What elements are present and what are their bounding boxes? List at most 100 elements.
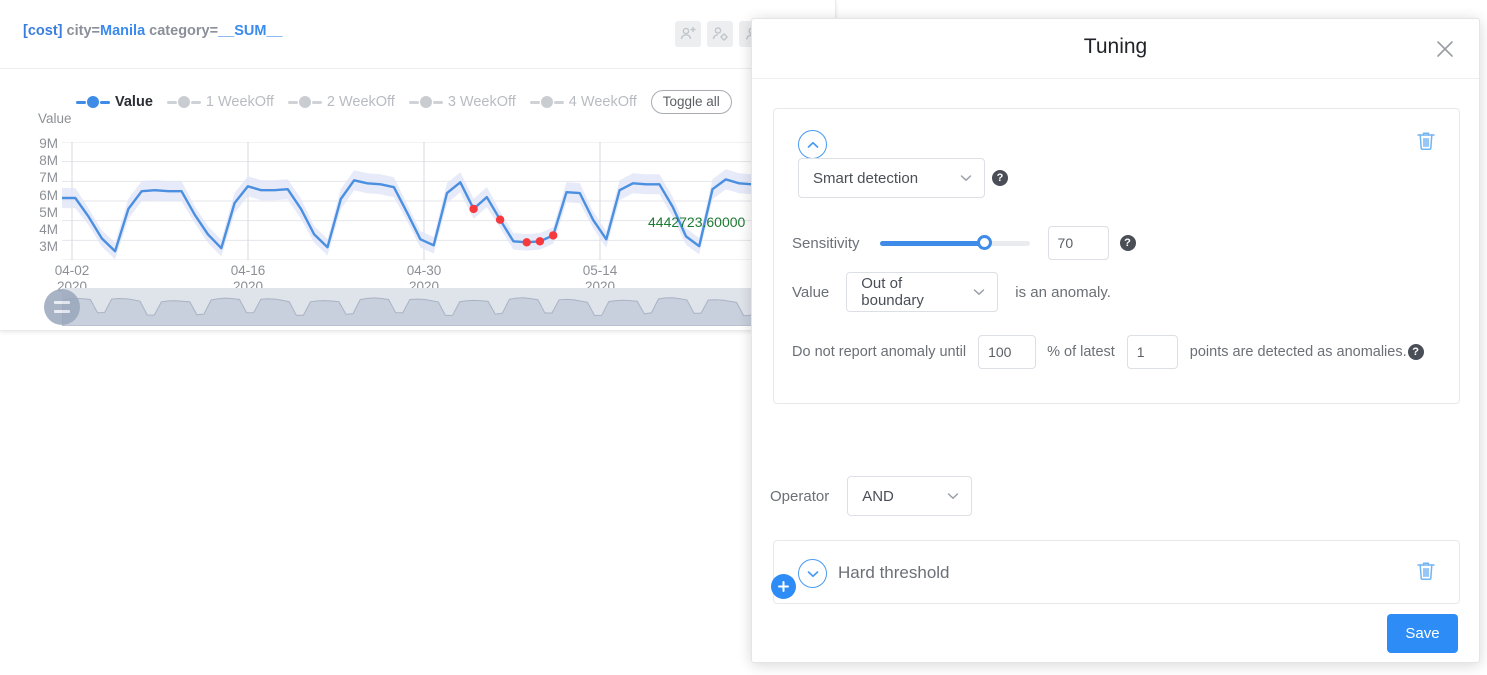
tuning-dialog-header: Tuning [752,19,1479,79]
legend-dot [87,96,99,108]
sensitivity-slider[interactable] [879,235,1030,250]
y-tick-label: 4M [39,222,58,238]
y-tick-label: 7M [39,170,58,186]
report-suffix-text: points are detected as anomalies. [1189,344,1407,360]
report-points-input[interactable] [1126,335,1178,369]
plus-icon [778,581,789,592]
operator-value: AND [862,487,894,505]
report-help-icon[interactable]: ? [1407,344,1424,360]
delete-smart-rule-button[interactable] [1415,129,1437,153]
brush-left-handle[interactable] [44,289,80,325]
value-annotation: 4442723.60000 [648,214,746,230]
y-tick-label: 8M [39,153,58,169]
operator-select[interactable]: AND [847,476,973,516]
legend-item-value[interactable]: Value [76,94,155,110]
collapse-smart-rule-button[interactable] [798,130,827,159]
dimension-2-key: category= [149,23,219,39]
save-button[interactable]: Save [1387,614,1458,653]
boundary-mode-value: Out of boundary [861,275,924,309]
sensitivity-slider-fill [879,240,985,246]
detection-type-select[interactable]: Smart detection [798,158,985,198]
value-label: Value [792,283,830,301]
sensitivity-slider-knob[interactable] [977,235,993,250]
y-axis-title: Value [38,111,72,126]
legend-marker [100,100,110,104]
smart-detection-rule-card: Smart detection ? Sensitivity ? Value Ou… [773,108,1460,404]
add-rule-button[interactable] [771,574,796,599]
chevron-up-icon [807,141,818,148]
toggle-all-button[interactable]: Toggle all [650,90,732,114]
legend-dot [540,96,553,108]
anomaly-point[interactable] [469,204,478,214]
legend-item-3-weekoff[interactable]: 3 WeekOff [408,94,518,110]
legend-dot [177,96,190,108]
trash-icon [1417,562,1435,581]
handle-grip-line [54,310,70,313]
anomaly-point[interactable] [522,238,531,247]
legend-marker [529,100,540,104]
chart-brush-preview[interactable] [62,288,836,326]
anomaly-point[interactable] [535,237,545,246]
boundary-row: Value Out of boundary is an anomaly. [792,272,1111,312]
y-tick-label: 5M [39,204,58,220]
legend-dot [298,96,311,108]
metric-expression: [cost] city=Manila category=__SUM__ [23,23,283,39]
legend-label: 1 WeekOff [205,94,274,110]
legend-label: Value [115,94,153,110]
page-title: Tuning [1083,35,1148,58]
expand-hard-rule-button[interactable] [798,559,827,588]
anomaly-suffix-text: is an anomaly. [1015,283,1111,301]
dimension-1-key: city= [66,23,101,39]
chevron-down-icon [974,289,985,295]
legend-marker [432,100,443,104]
legend-dot [419,96,432,108]
person-settings-icon[interactable] [707,21,733,47]
handle-grip-line [54,301,70,304]
detection-type-help-icon[interactable]: ? [992,170,1008,186]
sensitivity-label: Sensitivity [792,234,860,252]
bracket-close: ] [57,23,63,39]
detection-type-value: Smart detection [813,169,919,187]
legend-marker [166,100,177,104]
legend-marker [553,100,564,104]
delete-hard-rule-button[interactable] [1415,559,1437,583]
report-prefix-text: Do not report anomaly until [792,344,967,360]
metric-name: cost [27,23,58,39]
anomaly-point[interactable] [549,231,558,240]
sensitivity-help-icon[interactable]: ? [1119,235,1136,251]
brush-area-series [62,297,835,326]
legend-item-4-weekoff[interactable]: 4 WeekOff [529,94,639,110]
y-tick-label: 3M [39,239,58,255]
close-icon[interactable] [1433,37,1457,61]
legend-marker [311,100,322,104]
sensitivity-input[interactable] [1047,226,1109,260]
legend-item-2-weekoff[interactable]: 2 WeekOff [287,94,397,110]
chart-legend: Value 1 WeekOff 2 WeekOff 3 WeekOff 4 We… [76,90,732,114]
anomaly-point[interactable] [495,215,505,224]
y-tick-label: 9M [39,136,58,151]
boundary-mode-select[interactable]: Out of boundary [846,272,999,312]
hard-threshold-rule-card: Hard threshold [773,540,1460,604]
tuning-dialog: Tuning Smart detection ? Sensitivity 70 … [751,18,1480,663]
hard-threshold-title: Hard threshold [838,563,950,582]
dimension-1-value: Manila [100,23,146,39]
y-tick-label: 6M [39,187,58,203]
report-percent-input[interactable] [978,335,1037,369]
legend-marker [408,100,419,104]
sensitivity-row: Sensitivity ? [792,226,1136,260]
trash-icon [1417,132,1435,151]
chart-header: [cost] city=Manila category=__SUM__ [0,0,835,69]
chevron-down-icon [807,570,818,577]
metric-chart-card: [cost] city=Manila category=__SUM__ Valu [0,0,836,331]
legend-marker [190,100,201,104]
chevron-down-icon [960,175,972,181]
chevron-down-icon [947,493,959,499]
legend-label: 3 WeekOff [447,94,516,110]
operator-row: Operator AND [770,476,973,516]
do-not-report-row: Do not report anomaly until % of latest … [792,335,1424,369]
operator-label: Operator [770,487,830,505]
add-person-icon[interactable] [675,21,701,47]
legend-item-1-weekoff[interactable]: 1 WeekOff [166,94,276,110]
report-mid-text: % of latest [1047,344,1115,360]
chart-plot-area[interactable] [62,142,832,260]
